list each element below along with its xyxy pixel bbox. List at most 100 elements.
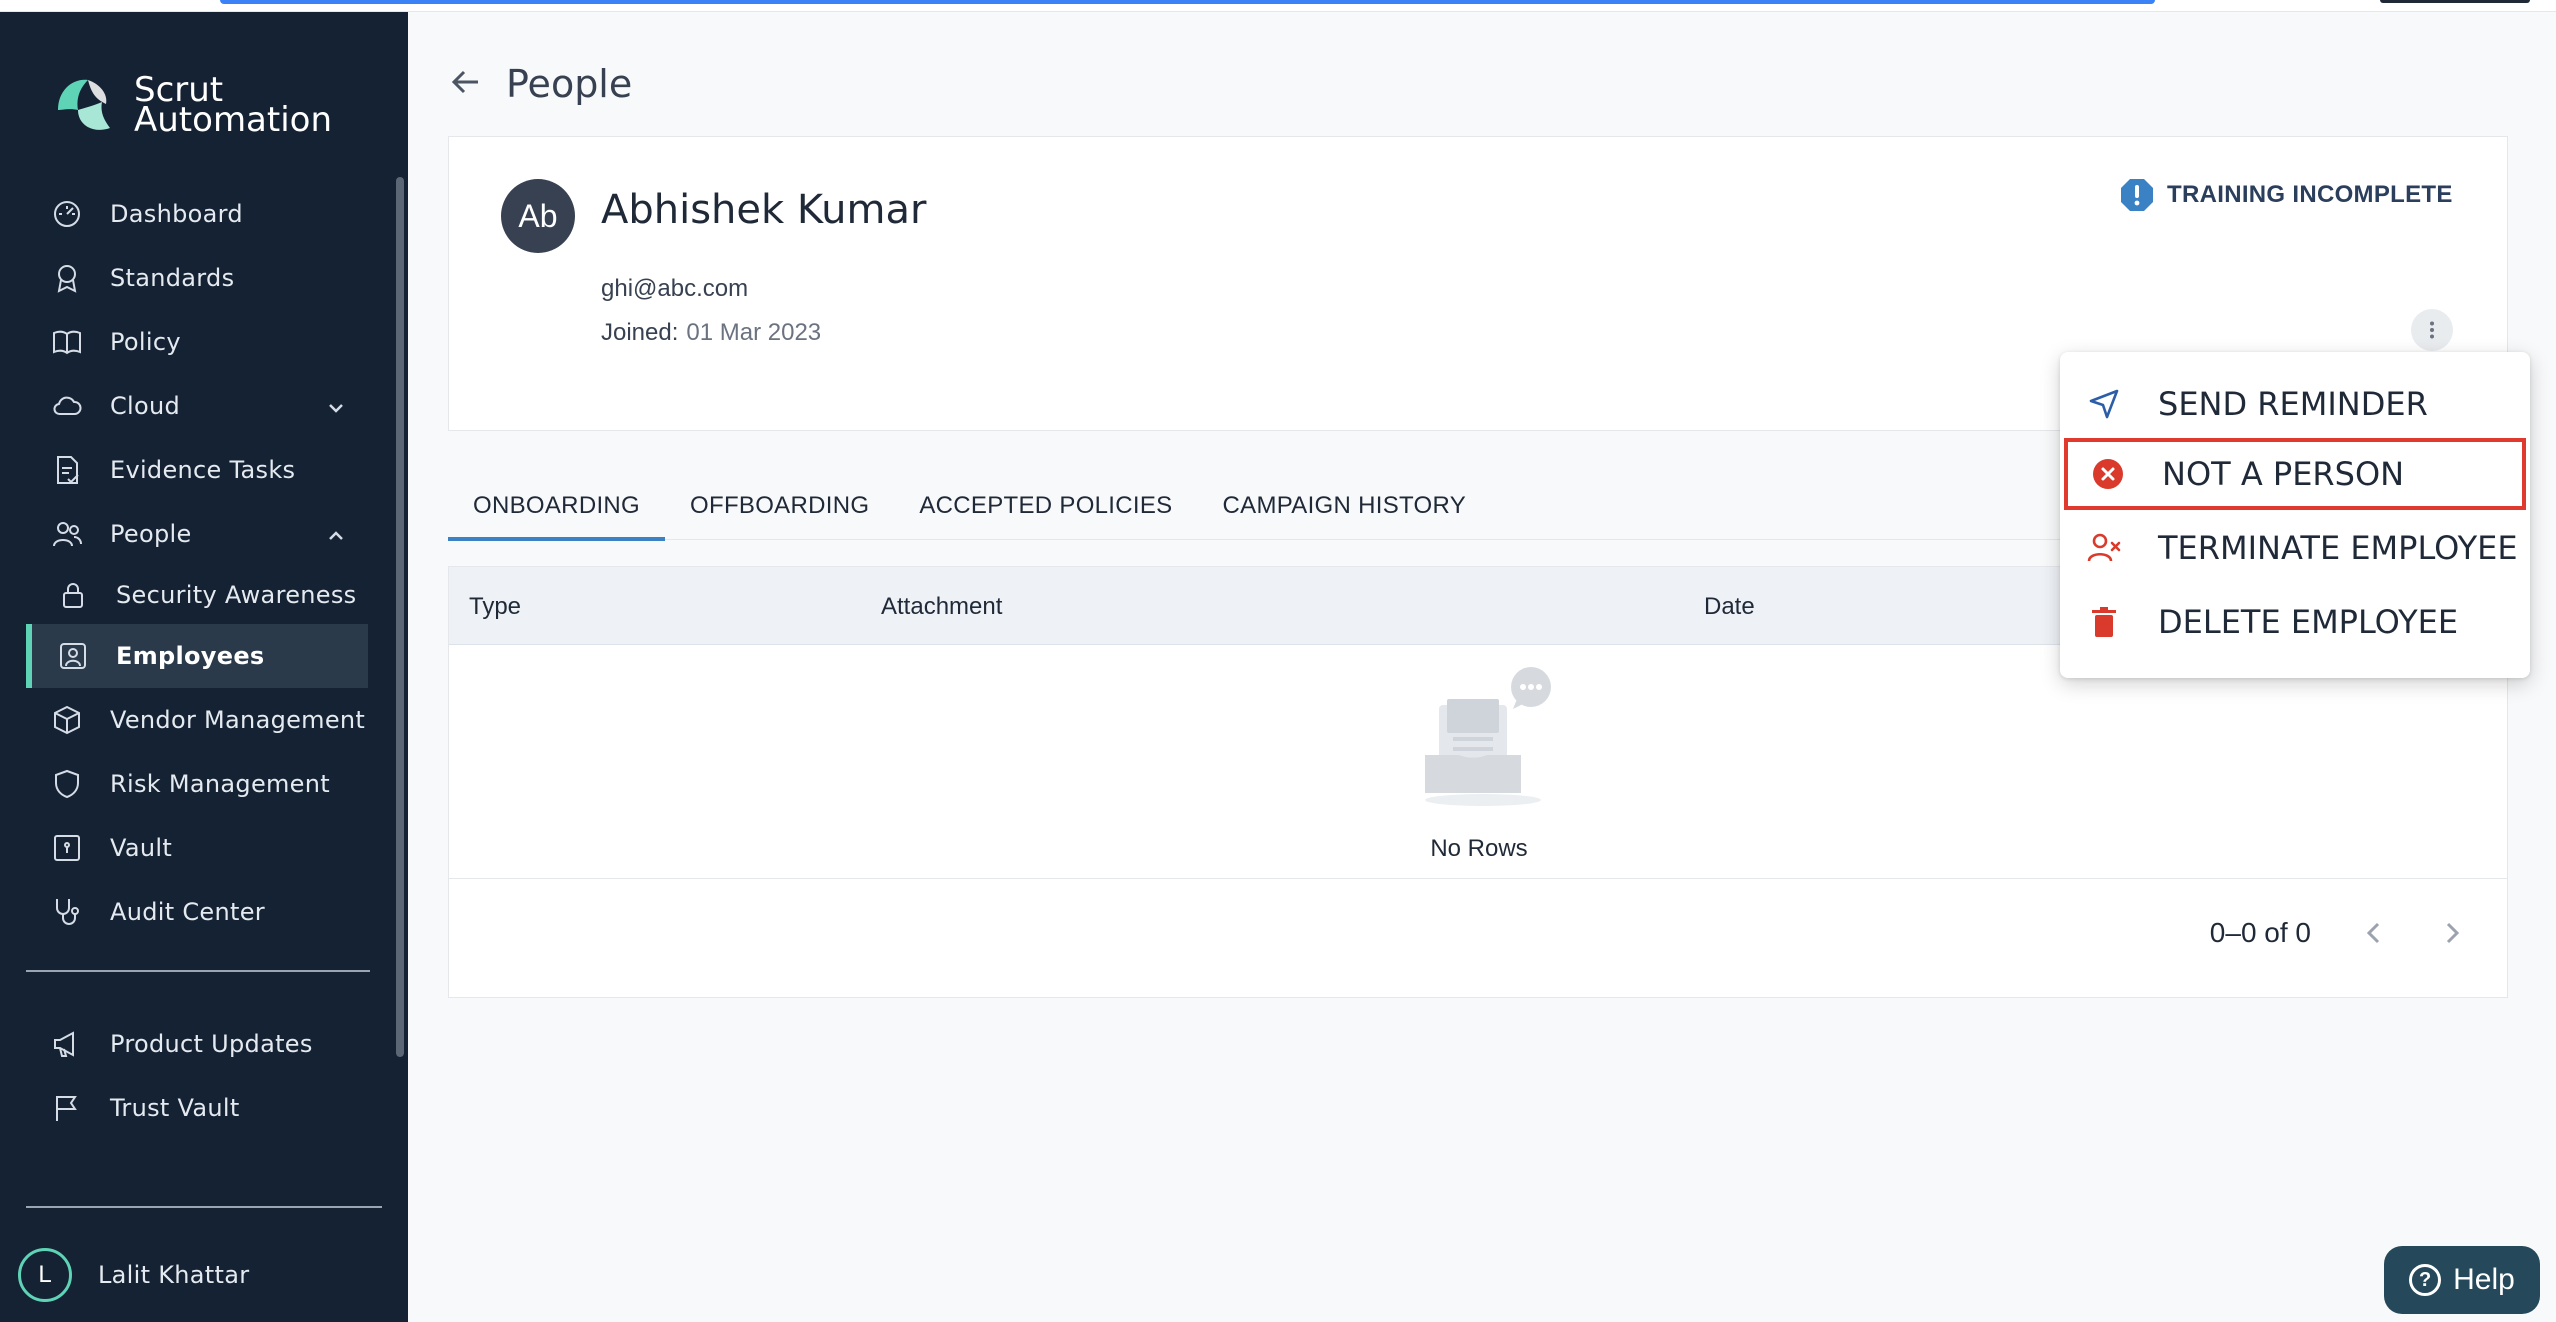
cloud-icon bbox=[50, 389, 84, 423]
vault-icon bbox=[50, 831, 84, 865]
employee-joined: Joined: 01 Mar 2023 bbox=[601, 319, 821, 347]
previous-page-button[interactable] bbox=[2359, 918, 2389, 948]
flag-icon bbox=[50, 1091, 84, 1125]
employee-email: ghi@abc.com bbox=[601, 275, 749, 302]
sidebar-item-label: Audit Center bbox=[110, 898, 265, 926]
more-actions-button[interactable] bbox=[2411, 309, 2453, 351]
menu-item-not-a-person[interactable]: NOT A PERSON bbox=[2064, 438, 2526, 510]
sidebar-item-security-awareness[interactable]: Security Awareness bbox=[0, 566, 408, 624]
menu-item-label: NOT A PERSON bbox=[2162, 455, 2405, 493]
sidebar-item-dashboard[interactable]: Dashboard bbox=[0, 182, 408, 246]
sidebar-item-cloud[interactable]: Cloud bbox=[0, 374, 408, 438]
sidebar-item-label: Standards bbox=[110, 264, 235, 292]
browser-top-control bbox=[2380, 0, 2530, 3]
users-icon bbox=[50, 517, 84, 551]
sidebar-item-people[interactable]: People bbox=[0, 502, 408, 566]
tab-accepted-policies[interactable]: ACCEPTED POLICIES bbox=[894, 472, 1197, 540]
sidebar-item-label: Cloud bbox=[110, 392, 181, 420]
chevron-down-icon[interactable] bbox=[326, 396, 346, 416]
sidebar-item-label: Product Updates bbox=[110, 1030, 313, 1058]
sidebar-item-label: Evidence Tasks bbox=[110, 456, 296, 484]
file-check-icon bbox=[50, 453, 84, 487]
sidebar-nav: Dashboard Standards Policy Cloud Evidenc… bbox=[0, 182, 408, 944]
sidebar-item-label: Policy bbox=[110, 328, 181, 356]
sidebar-item-audit-center[interactable]: Audit Center bbox=[0, 880, 408, 944]
sidebar-item-label: Trust Vault bbox=[110, 1094, 240, 1122]
sidebar-item-label: Risk Management bbox=[110, 770, 330, 798]
table-empty-state: No Rows bbox=[449, 645, 2507, 879]
logo-text: Scrut Automation bbox=[134, 73, 333, 140]
next-page-button[interactable] bbox=[2437, 918, 2467, 948]
menu-item-label: TERMINATE EMPLOYEE bbox=[2158, 529, 2518, 567]
sidebar-item-employees[interactable]: Employees bbox=[26, 624, 368, 688]
menu-item-terminate-employee[interactable]: TERMINATE EMPLOYEE bbox=[2064, 512, 2526, 584]
sidebar-divider-bottom bbox=[26, 1206, 382, 1208]
sidebar-item-label: Dashboard bbox=[110, 200, 243, 228]
help-question-icon: ? bbox=[2409, 1264, 2442, 1296]
logo-line-2: Automation bbox=[134, 100, 333, 140]
chevron-left-icon bbox=[2366, 922, 2380, 944]
sidebar-item-label: People bbox=[110, 520, 192, 548]
scrut-logo-icon bbox=[58, 79, 110, 130]
empty-inbox-icon bbox=[1425, 667, 1551, 806]
column-header-type[interactable]: Type bbox=[469, 593, 521, 621]
stethoscope-icon bbox=[50, 895, 84, 929]
sidebar-divider bbox=[26, 970, 370, 972]
help-button[interactable]: ? Help bbox=[2384, 1246, 2540, 1314]
book-icon bbox=[50, 325, 84, 359]
sidebar-item-standards[interactable]: Standards bbox=[0, 246, 408, 310]
sidebar-scrollbar[interactable] bbox=[396, 177, 404, 1057]
sidebar-item-trust-vault[interactable]: Trust Vault bbox=[0, 1076, 408, 1140]
menu-item-delete-employee[interactable]: DELETE EMPLOYEE bbox=[2064, 586, 2526, 658]
sidebar-item-risk-management[interactable]: Risk Management bbox=[0, 752, 408, 816]
pagination: 0–0 of 0 bbox=[2210, 917, 2467, 949]
menu-item-send-reminder[interactable]: SEND REMINDER bbox=[2064, 368, 2526, 440]
close-circle-icon bbox=[2090, 456, 2126, 492]
employee-name: Abhishek Kumar bbox=[601, 187, 927, 233]
app-logo[interactable]: Scrut Automation bbox=[48, 70, 332, 140]
user-remove-icon bbox=[2086, 530, 2122, 566]
alert-octagon-icon bbox=[2121, 179, 2153, 211]
sidebar-item-evidence-tasks[interactable]: Evidence Tasks bbox=[0, 438, 408, 502]
employee-badge-icon bbox=[56, 639, 90, 673]
employee-avatar: Ab bbox=[501, 179, 575, 253]
lock-icon bbox=[56, 578, 90, 612]
sidebar-item-label: Vault bbox=[110, 834, 173, 862]
package-icon bbox=[50, 703, 84, 737]
tab-offboarding[interactable]: OFFBOARDING bbox=[665, 472, 894, 540]
chevron-up-icon[interactable] bbox=[326, 524, 346, 544]
empty-state-text: No Rows bbox=[1430, 835, 1528, 862]
shield-icon bbox=[50, 767, 84, 801]
chevron-right-icon bbox=[2446, 922, 2460, 944]
sidebar-bottom-nav: Product Updates Trust Vault bbox=[0, 1012, 408, 1140]
sidebar-item-product-updates[interactable]: Product Updates bbox=[0, 1012, 408, 1076]
help-label: Help bbox=[2453, 1263, 2515, 1296]
sidebar-item-policy[interactable]: Policy bbox=[0, 310, 408, 374]
joined-date: 01 Mar 2023 bbox=[686, 319, 822, 346]
column-header-date[interactable]: Date bbox=[1704, 593, 1755, 621]
column-header-attachment[interactable]: Attachment bbox=[881, 593, 1002, 621]
browser-top-strip bbox=[0, 0, 2556, 12]
kebab-menu-icon bbox=[2430, 321, 2434, 339]
send-icon bbox=[2086, 386, 2122, 422]
back-arrow-icon[interactable] bbox=[448, 64, 484, 105]
tab-campaign-history[interactable]: CAMPAIGN HISTORY bbox=[1198, 472, 1492, 540]
menu-item-label: SEND REMINDER bbox=[2158, 385, 2428, 423]
joined-label: Joined: bbox=[601, 319, 679, 346]
sidebar-item-vault[interactable]: Vault bbox=[0, 816, 408, 880]
training-status-text: TRAINING INCOMPLETE bbox=[2167, 181, 2453, 208]
page-title: People bbox=[506, 62, 633, 106]
user-profile[interactable]: L Lalit Khattar bbox=[18, 1248, 249, 1302]
sidebar-item-label: Employees bbox=[116, 642, 265, 670]
tab-onboarding[interactable]: ONBOARDING bbox=[448, 472, 666, 541]
training-status-badge: TRAINING INCOMPLETE bbox=[2119, 177, 2453, 213]
sidebar-item-label: Security Awareness bbox=[116, 581, 357, 609]
megaphone-icon bbox=[50, 1027, 84, 1061]
menu-item-label: DELETE EMPLOYEE bbox=[2158, 603, 2459, 641]
sidebar-item-label: Vendor Management bbox=[110, 706, 366, 734]
dashboard-icon bbox=[50, 197, 84, 231]
user-name: Lalit Khattar bbox=[98, 1261, 250, 1289]
sidebar: Scrut Automation Dashboard Standards Pol… bbox=[0, 12, 408, 1322]
sidebar-item-vendor-management[interactable]: Vendor Management bbox=[0, 688, 408, 752]
award-icon bbox=[50, 261, 84, 295]
